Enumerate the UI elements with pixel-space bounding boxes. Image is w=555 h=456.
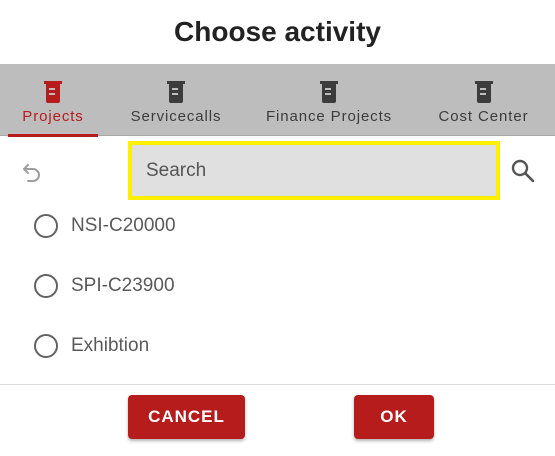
activity-options-list: NSI-C20000 SPI-C23900 Exhibtion xyxy=(0,196,555,376)
tab-cost-center[interactable]: Cost Center xyxy=(412,64,555,136)
option-label: Exhibtion xyxy=(71,335,150,356)
tab-servicecalls[interactable]: Servicecalls xyxy=(106,64,246,136)
tab-finance-projects-label: Finance Projects xyxy=(265,108,393,125)
radio-unchecked-icon[interactable] xyxy=(34,334,58,358)
tab-projects[interactable]: Projects xyxy=(0,64,106,137)
radio-unchecked-icon[interactable] xyxy=(34,274,58,298)
tab-servicecalls-label: Servicecalls xyxy=(130,108,222,125)
beaker-icon xyxy=(44,81,62,103)
tab-finance-projects[interactable]: Finance Projects xyxy=(246,64,412,136)
beaker-icon xyxy=(167,81,185,103)
search-field-highlight xyxy=(128,141,500,200)
search-icon xyxy=(511,159,535,183)
option-label: SPI-C23900 xyxy=(71,275,175,296)
beaker-icon xyxy=(474,81,493,103)
tab-projects-label: Projects xyxy=(22,108,84,125)
undo-icon xyxy=(23,164,40,182)
activity-option[interactable]: Exhibtion xyxy=(0,316,555,376)
radio-unchecked-icon[interactable] xyxy=(34,214,58,238)
undo-button[interactable] xyxy=(18,158,46,186)
tab-cost-center-label: Cost Center xyxy=(438,108,529,125)
beaker-icon xyxy=(320,81,338,103)
activity-option[interactable]: NSI-C20000 xyxy=(0,196,555,256)
dialog-title: Choose activity xyxy=(174,16,381,47)
cancel-button[interactable]: CANCEL xyxy=(128,395,245,439)
search-button[interactable] xyxy=(509,157,537,185)
ok-button[interactable]: OK xyxy=(354,395,434,439)
activity-option[interactable]: SPI-C23900 xyxy=(0,256,555,316)
search-input[interactable] xyxy=(132,145,496,196)
footer-divider xyxy=(0,384,555,385)
activity-tab-bar: Projects Servicecalls Finance Projects C… xyxy=(0,64,555,137)
option-label: NSI-C20000 xyxy=(71,215,176,236)
